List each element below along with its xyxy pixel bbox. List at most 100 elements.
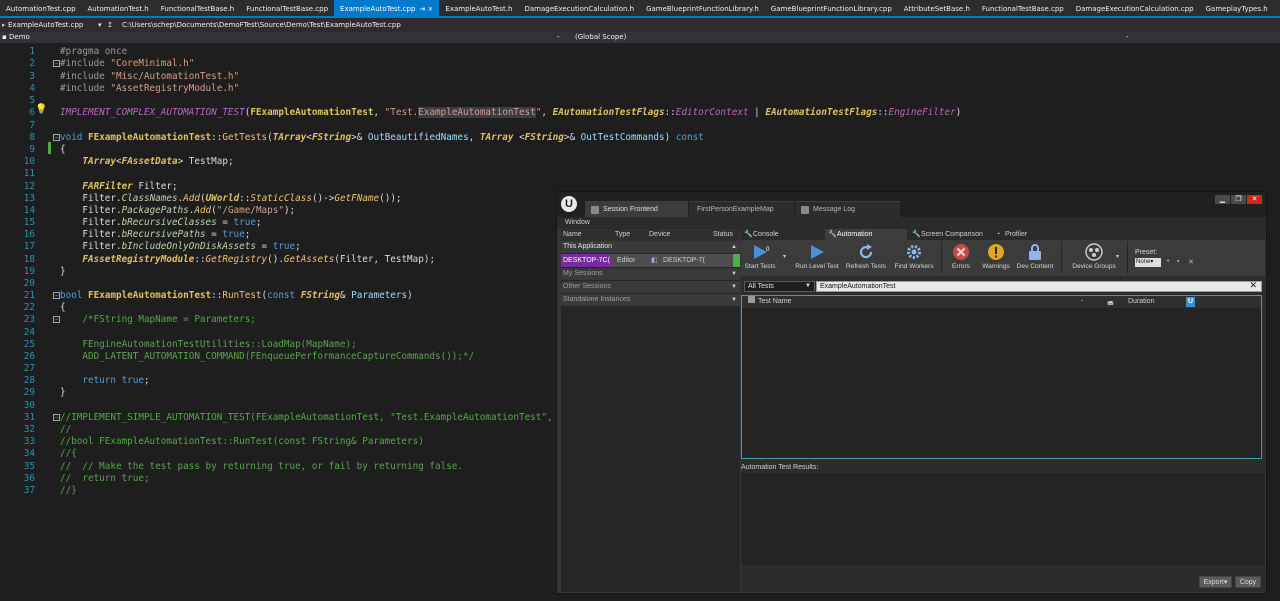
code-token: :: bbox=[211, 290, 223, 301]
code-token: EAutomationTestFlags bbox=[552, 107, 665, 118]
remove-preset-icon[interactable]: ✕ bbox=[1188, 258, 1194, 266]
export-button[interactable]: Export▾ bbox=[1199, 576, 1232, 588]
test-list[interactable]: Test Name ◔ ◛ Duration U bbox=[741, 295, 1262, 459]
save-preset-icon[interactable]: ▪ bbox=[1177, 258, 1179, 265]
group-other-sessions[interactable]: Other Sessions ▼ bbox=[561, 281, 740, 293]
expand-arrow-icon[interactable]: ▼ bbox=[731, 294, 737, 306]
group-standalone-instances[interactable]: Standalone Instances ▼ bbox=[561, 294, 740, 306]
copy-button[interactable]: Copy bbox=[1235, 576, 1261, 588]
code-token: Filter. bbox=[60, 241, 122, 252]
file-dropdown[interactable]: ExampleAutoTest.cpp bbox=[8, 18, 83, 32]
code-token: >& bbox=[563, 132, 581, 143]
dev-content-button[interactable]: Dev Content bbox=[1015, 240, 1055, 276]
tab-console[interactable]: 🔧 Console bbox=[741, 229, 823, 240]
document-tab[interactable]: AutomationTest.h bbox=[82, 0, 155, 16]
refresh-tests-button[interactable]: Refresh Tests bbox=[843, 240, 889, 276]
code-token: ; bbox=[255, 217, 262, 228]
errors-button[interactable]: Errors bbox=[945, 240, 977, 276]
document-tab[interactable]: FunctionalTestBase.cpp bbox=[240, 0, 334, 16]
session-device: DESKTOP-7( bbox=[663, 257, 705, 264]
tab-profiler[interactable]: ◔ Profiler bbox=[993, 229, 1075, 240]
minimize-button[interactable]: ▁ bbox=[1215, 195, 1230, 204]
code-token: , bbox=[541, 107, 553, 118]
fold-toggle-icon[interactable]: − bbox=[53, 292, 60, 299]
fold-toggle-icon[interactable]: − bbox=[53, 134, 60, 141]
scope-dropdown[interactable]: (Global Scope) bbox=[575, 32, 626, 43]
code-text: // return true; bbox=[60, 473, 150, 485]
document-tab[interactable]: DamageExecutionCalculation.h bbox=[518, 0, 640, 16]
session-row[interactable]: DESKTOP-7C( Editor ◧ DESKTOP-7( bbox=[561, 254, 740, 267]
preset-dropdown[interactable]: None▾ bbox=[1135, 258, 1161, 267]
column-status[interactable]: Status bbox=[713, 229, 733, 241]
device-groups-dropdown-icon[interactable]: ▾ bbox=[1116, 253, 1119, 260]
project-dropdown-arrow-icon[interactable]: - bbox=[557, 32, 560, 43]
lightbulb-icon[interactable]: 💡 bbox=[35, 104, 47, 116]
warnings-button[interactable]: Warnings bbox=[979, 240, 1013, 276]
start-tests-button[interactable]: Start Tests bbox=[741, 240, 779, 276]
device-groups-button[interactable]: Device Groups bbox=[1067, 240, 1121, 276]
tab-map[interactable]: FirstPersonExampleMap bbox=[689, 201, 794, 217]
code-token: = bbox=[255, 241, 273, 252]
line-number: 18 bbox=[23, 254, 35, 265]
fold-toggle-icon[interactable]: − bbox=[53, 60, 60, 67]
document-tab[interactable]: ExampleAutoTest.h bbox=[439, 0, 518, 16]
close-tab-icon[interactable]: ⇥ × bbox=[419, 5, 433, 13]
column-name[interactable]: Name bbox=[563, 229, 582, 241]
line-number: 12 bbox=[23, 181, 35, 192]
maximize-button[interactable]: ❐ bbox=[1231, 195, 1246, 204]
fold-toggle-icon[interactable]: − bbox=[53, 414, 60, 421]
code-text: FARFilter Filter; bbox=[60, 181, 177, 193]
collapse-arrow-icon[interactable]: ▲ bbox=[731, 241, 737, 253]
group-my-sessions[interactable]: My Sessions ▼ bbox=[561, 268, 740, 280]
document-tab[interactable]: DamageExecutionCalculation.cpp bbox=[1070, 0, 1200, 16]
document-tab[interactable]: GameBlueprintFunctionLibrary.h bbox=[640, 0, 765, 16]
device-groups-icon bbox=[1085, 243, 1103, 261]
test-search-input[interactable]: ExampleAutomationTest ✕ bbox=[816, 281, 1262, 292]
run-level-test-button[interactable]: Run Level Test bbox=[793, 240, 841, 276]
column-device[interactable]: Device bbox=[649, 229, 670, 241]
profiler-icon: ◔ bbox=[996, 231, 1001, 238]
column-duration[interactable]: Duration bbox=[1128, 296, 1154, 308]
code-token: // bbox=[60, 424, 72, 435]
find-workers-button[interactable]: Find Workers bbox=[891, 240, 937, 276]
document-tab[interactable]: ExampleAutoTest.cpp ⇥ × bbox=[334, 0, 440, 16]
window-title-bar[interactable]: U Session Frontend FirstPersonExampleMap… bbox=[557, 192, 1266, 217]
toolbar-separator bbox=[1127, 242, 1128, 274]
document-tab[interactable]: GameBlueprintFunctionLibrary.cpp bbox=[765, 0, 898, 16]
code-token: > TestMap; bbox=[177, 156, 234, 167]
column-test-name[interactable]: Test Name bbox=[758, 296, 791, 308]
code-token: OutTestCommands bbox=[580, 132, 665, 143]
dropdown-arrow-icon[interactable]: ▾ bbox=[98, 18, 102, 32]
close-button[interactable]: ✕ bbox=[1247, 195, 1262, 204]
project-dropdown[interactable]: Demo bbox=[9, 32, 30, 43]
pin-icon[interactable]: ↥ bbox=[107, 18, 113, 32]
code-text: //} bbox=[60, 485, 77, 497]
tab-screen-comparison[interactable]: 🔧 Screen Comparison bbox=[909, 229, 991, 240]
expand-arrow-icon[interactable]: ▼ bbox=[731, 281, 737, 293]
code-token: ()-> bbox=[311, 193, 335, 204]
line-number: 16 bbox=[23, 229, 35, 240]
test-filter-dropdown[interactable]: All Tests ▼ bbox=[744, 281, 815, 292]
menu-window[interactable]: Window bbox=[565, 219, 590, 226]
document-tab[interactable]: FunctionalTestBase.h bbox=[155, 0, 241, 16]
code-text: Filter.bIncludeOnlyOnDiskAssets = true; bbox=[60, 241, 300, 253]
document-tab[interactable]: GameplayTypes.h bbox=[1200, 0, 1274, 16]
code-token: ClassNames bbox=[121, 193, 178, 204]
code-token: GetFName bbox=[334, 193, 380, 204]
expand-arrow-icon[interactable]: ▼ bbox=[731, 268, 737, 280]
select-all-checkbox[interactable] bbox=[748, 296, 755, 303]
column-type[interactable]: Type bbox=[615, 229, 630, 241]
fold-toggle-icon[interactable]: − bbox=[53, 316, 60, 323]
document-tab[interactable]: AutomationTest.cpp bbox=[0, 0, 82, 16]
clear-search-icon[interactable]: ✕ bbox=[1249, 281, 1257, 290]
document-tab[interactable]: AttributeSetBase.h bbox=[898, 0, 976, 16]
start-tests-dropdown-icon[interactable]: ▾ bbox=[783, 253, 786, 260]
tab-message-log[interactable]: Message Log bbox=[795, 201, 900, 217]
results-log[interactable] bbox=[741, 473, 1265, 565]
document-tab[interactable]: FunctionalTestBase.cpp bbox=[976, 0, 1070, 16]
tab-automation[interactable]: 🔧 Automation bbox=[825, 229, 907, 240]
scope-dropdown-arrow-icon[interactable]: - bbox=[1126, 32, 1129, 43]
group-this-application[interactable]: This Application ▲ bbox=[561, 241, 740, 253]
tab-session-frontend[interactable]: Session Frontend bbox=[585, 201, 688, 217]
add-preset-icon[interactable]: + bbox=[1166, 258, 1170, 265]
